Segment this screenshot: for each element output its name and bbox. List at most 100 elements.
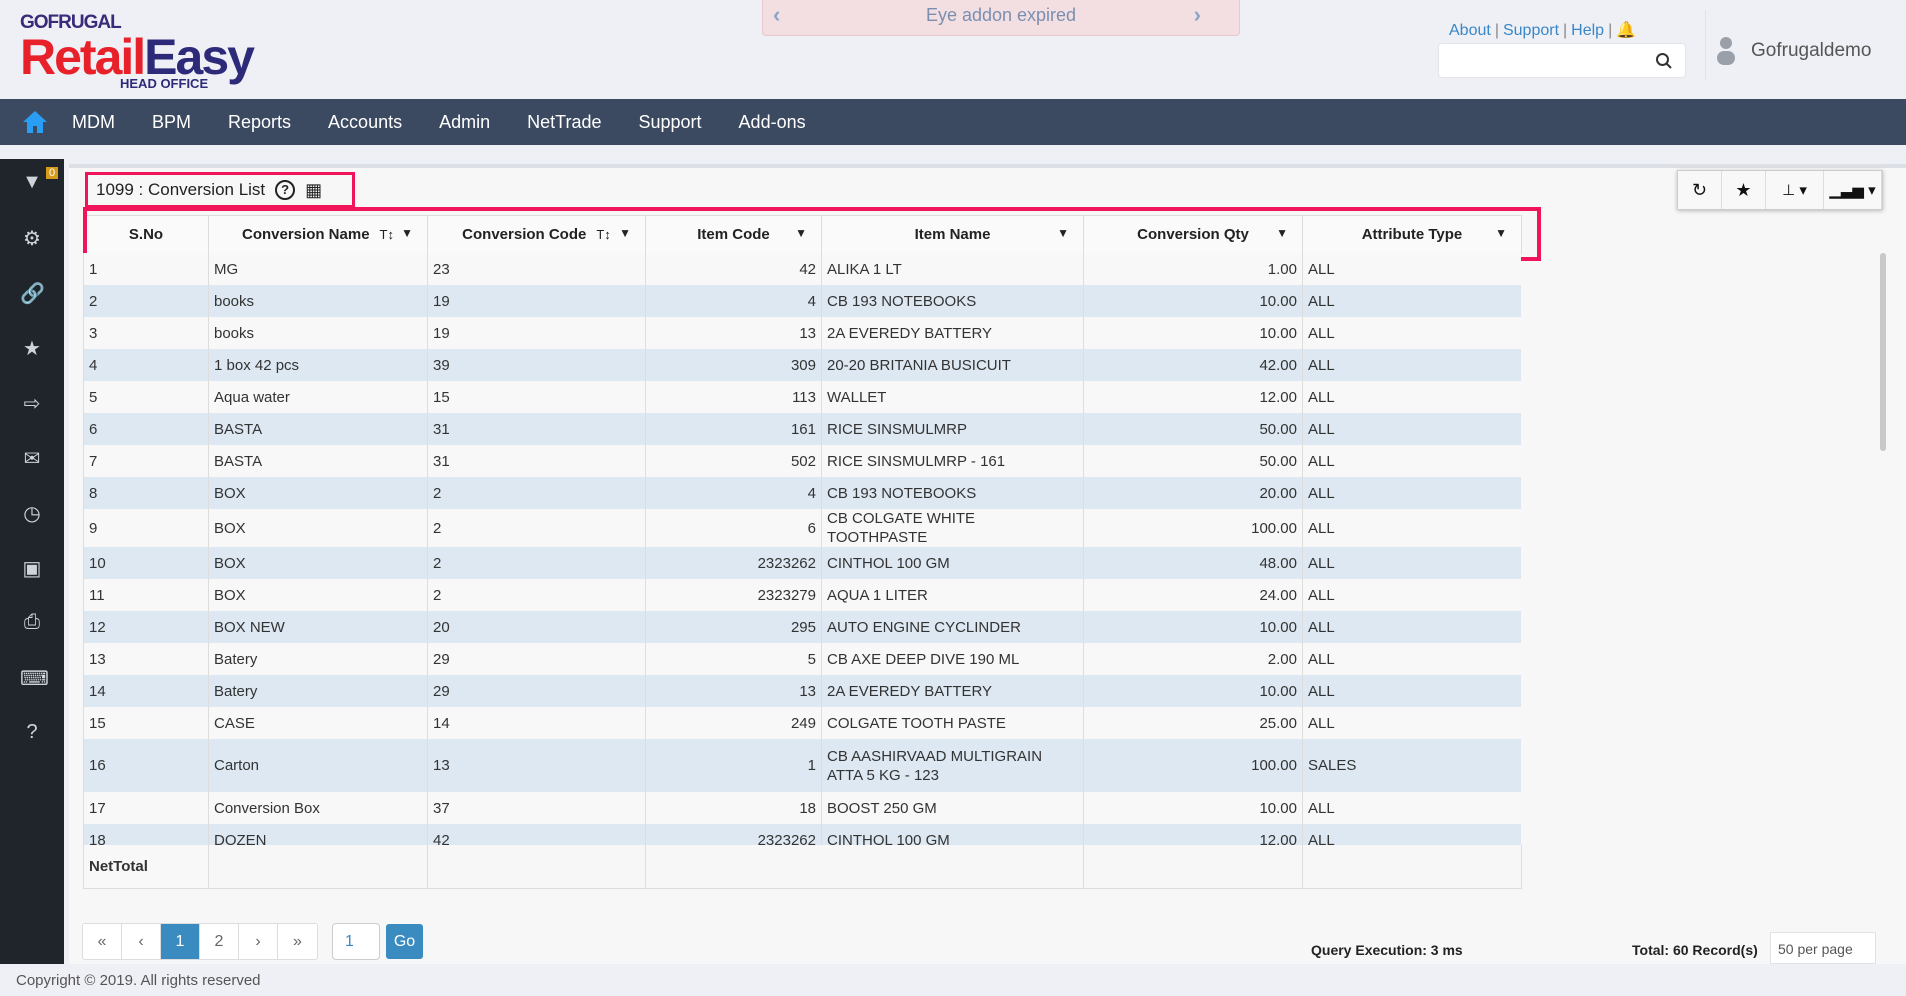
print-icon[interactable]: ⎙ [20,611,44,635]
per-page-select[interactable]: 50 per page [1770,932,1876,964]
cell-attribute-type: ALL [1302,643,1521,675]
refresh-button[interactable]: ↻ [1678,171,1722,209]
cell-sno: 15 [83,707,209,739]
table-row[interactable]: 14 Batery 29 13 2A EVEREDY BATTERY 10.00 ALL [83,675,1521,707]
table-row[interactable]: 8 BOX 2 4 CB 193 NOTEBOOKS 20.00 ALL [83,477,1521,509]
user-menu[interactable]: Gofrugaldemo [1715,36,1871,66]
table-row[interactable]: 9 BOX 2 6 CB COLGATE WHITE TOOTHPASTE 100.00 A… [83,509,1521,547]
table-row[interactable]: 13 Batery 29 5 CB AXE DEEP DIVE 190 ML 2.00 AL… [83,643,1521,675]
cell-conversion-code: 31 [427,413,646,445]
hierarchy-dropdown[interactable]: ⊥ ▾ [1766,171,1824,209]
cell-conversion-name: BOX [208,579,428,611]
cell-conversion-code: 14 [427,707,646,739]
gear-icon[interactable]: ⚙ [20,226,44,250]
nav-nettrade[interactable]: NetTrade [527,112,601,133]
page-number-input[interactable]: 1 [332,923,380,960]
table-row[interactable]: 6 BASTA 31 161 RICE SINSMULMRP 50.00 ALL [83,413,1521,445]
cell-item-name: BOOST 250 GM [821,792,1084,824]
keyboard-icon[interactable]: ⌨ [20,666,49,690]
export-icon[interactable]: ⇨ [20,391,44,415]
cell-conversion-qty: 100.00 [1083,739,1303,792]
cell-conversion-qty: 10.00 [1083,317,1303,349]
table-row[interactable]: 15 CASE 14 249 COLGATE TOOTH PASTE 25.00 ALL [83,707,1521,739]
help-icon[interactable]: ? [20,721,44,745]
chart-icon[interactable]: ▣ [20,556,44,580]
table-row[interactable]: 16 Carton 13 1 CB AASHIRVAAD MULTIGRAIN ATTA… [83,739,1521,792]
scrollbar[interactable] [1880,253,1886,451]
cell-conversion-name: BOX [208,547,428,579]
cell-item-name: CB 193 NOTEBOOKS [821,285,1084,317]
first-page-button[interactable]: « [83,924,122,959]
nav-mdm[interactable]: MDM [72,112,115,133]
cell-attribute-type: ALL [1302,792,1521,824]
help-circle-icon[interactable]: ? [275,180,296,200]
cell-item-code: 2323279 [645,579,822,611]
cell-conversion-code: 2 [427,547,646,579]
separator: | [1494,22,1499,39]
cell-item-name: CB 193 NOTEBOOKS [821,477,1084,509]
chevron-left-icon[interactable]: ‹ [773,0,780,30]
filter-icon[interactable]: ▼ 0 [20,167,59,195]
next-page-button[interactable]: › [239,924,278,959]
search-icon[interactable] [1655,52,1673,70]
cell-conversion-code: 29 [427,675,646,707]
chevron-right-icon[interactable]: › [1194,0,1201,30]
table-row[interactable]: 5 Aqua water 15 113 WALLET 12.00 ALL [83,381,1521,413]
link-icon[interactable]: 🔗 [20,281,45,305]
cell-conversion-name: MG [208,253,428,285]
chart-dropdown[interactable]: ▁▃▅ ▾ [1824,171,1882,209]
nav-reports[interactable]: Reports [228,112,291,133]
favorite-button[interactable]: ★ [1722,171,1766,209]
nav-accounts[interactable]: Accounts [328,112,402,133]
table-row[interactable]: 12 BOX NEW 20 295 AUTO ENGINE CYCLINDER 10.00… [83,611,1521,643]
table-row[interactable]: 11 BOX 2 2323279 AQUA 1 LITER 24.00 ALL [83,579,1521,611]
star-icon[interactable]: ★ [20,336,44,360]
help-link[interactable]: Help [1571,22,1604,39]
cell-conversion-code: 23 [427,253,646,285]
cell-sno: 14 [83,675,209,707]
prev-page-button[interactable]: ‹ [122,924,161,959]
layout-icon[interactable]: ▦ [305,180,322,201]
cell-item-name: CINTHOL 100 GM [821,824,1084,845]
user-icon [1717,37,1735,65]
mail-icon[interactable]: ✉ [20,446,44,470]
page-2-button[interactable]: 2 [200,924,239,959]
table-body-scroll[interactable]: 1 MG 23 42 ALIKA 1 LT 1.00 ALL 2 books 19 4 CB 193 … [83,253,1521,845]
cell-attribute-type: ALL [1302,824,1521,845]
table-row[interactable]: 18 DOZEN 42 2323262 CINTHOL 100 GM 12.00 ALL [83,824,1521,845]
sidebar: ▼ 0 ⚙ 🔗 ★ ⇨ ✉ ◷ ▣ ⎙ ⌨ ? [0,159,64,964]
table-row[interactable]: 7 BASTA 31 502 RICE SINSMULMRP - 161 50.00 ALL [83,445,1521,477]
star-icon: ★ [1735,179,1752,200]
page-1-button[interactable]: 1 [161,924,200,959]
hierarchy-icon: ⊥ ▾ [1782,182,1807,199]
cell-sno: 1 [83,253,209,285]
home-icon[interactable] [22,110,48,134]
cell-conversion-name: Batery [208,643,428,675]
about-link[interactable]: About [1449,22,1491,39]
table-row[interactable]: 10 BOX 2 2323262 CINTHOL 100 GM 48.00 ALL [83,547,1521,579]
table-row[interactable]: 41 box 42 pcs 39 309 20-20 BRITANIA BUSICUI… [83,349,1521,381]
cell-conversion-name: Carton [208,739,428,792]
query-execution: Query Execution: 3 ms [1311,942,1463,958]
cell-attribute-type: ALL [1302,317,1521,349]
user-name: Gofrugaldemo [1751,40,1872,61]
search-input[interactable] [1438,43,1686,78]
cell-sno: 2 [83,285,209,317]
cell-conversion-code: 29 [427,643,646,675]
nav-admin[interactable]: Admin [439,112,490,133]
bell-icon[interactable]: 🔔 [1616,22,1636,39]
last-page-button[interactable]: » [278,924,317,959]
nav-bpm[interactable]: BPM [152,112,191,133]
table-row[interactable]: 3 books 19 13 2A EVEREDY BATTERY 10.00 ALL [83,317,1521,349]
cell-sno: 3 [83,317,209,349]
support-link[interactable]: Support [1503,22,1559,39]
table-row[interactable]: 2 books 19 4 CB 193 NOTEBOOKS 10.00 ALL [83,285,1521,317]
go-button[interactable]: Go [386,924,423,959]
nav-support[interactable]: Support [639,112,702,133]
table-row[interactable]: 1 MG 23 42 ALIKA 1 LT 1.00 ALL [83,253,1521,285]
clock-icon[interactable]: ◷ [20,501,44,525]
cell-attribute-type: SALES [1302,739,1521,792]
table-row[interactable]: 17 Conversion Box 37 18 BOOST 250 GM 10.00 ALL [83,792,1521,824]
cell-item-name: CINTHOL 100 GM [821,547,1084,579]
nav-addons[interactable]: Add-ons [739,112,806,133]
